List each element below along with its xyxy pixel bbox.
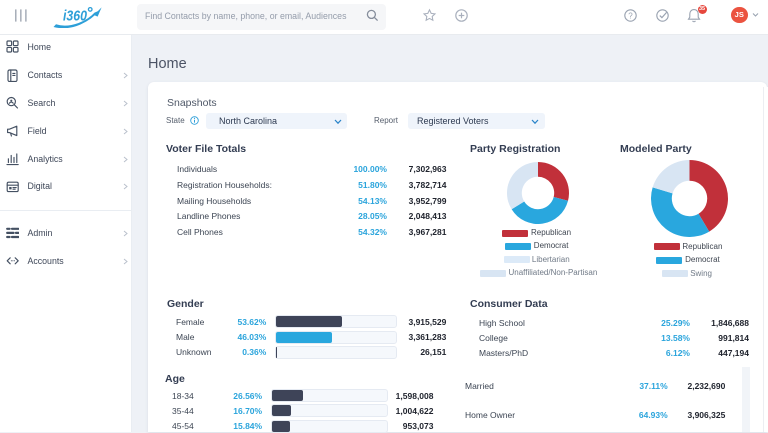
svg-text:i360: i360 <box>63 9 87 25</box>
svg-text:?: ? <box>628 11 633 20</box>
